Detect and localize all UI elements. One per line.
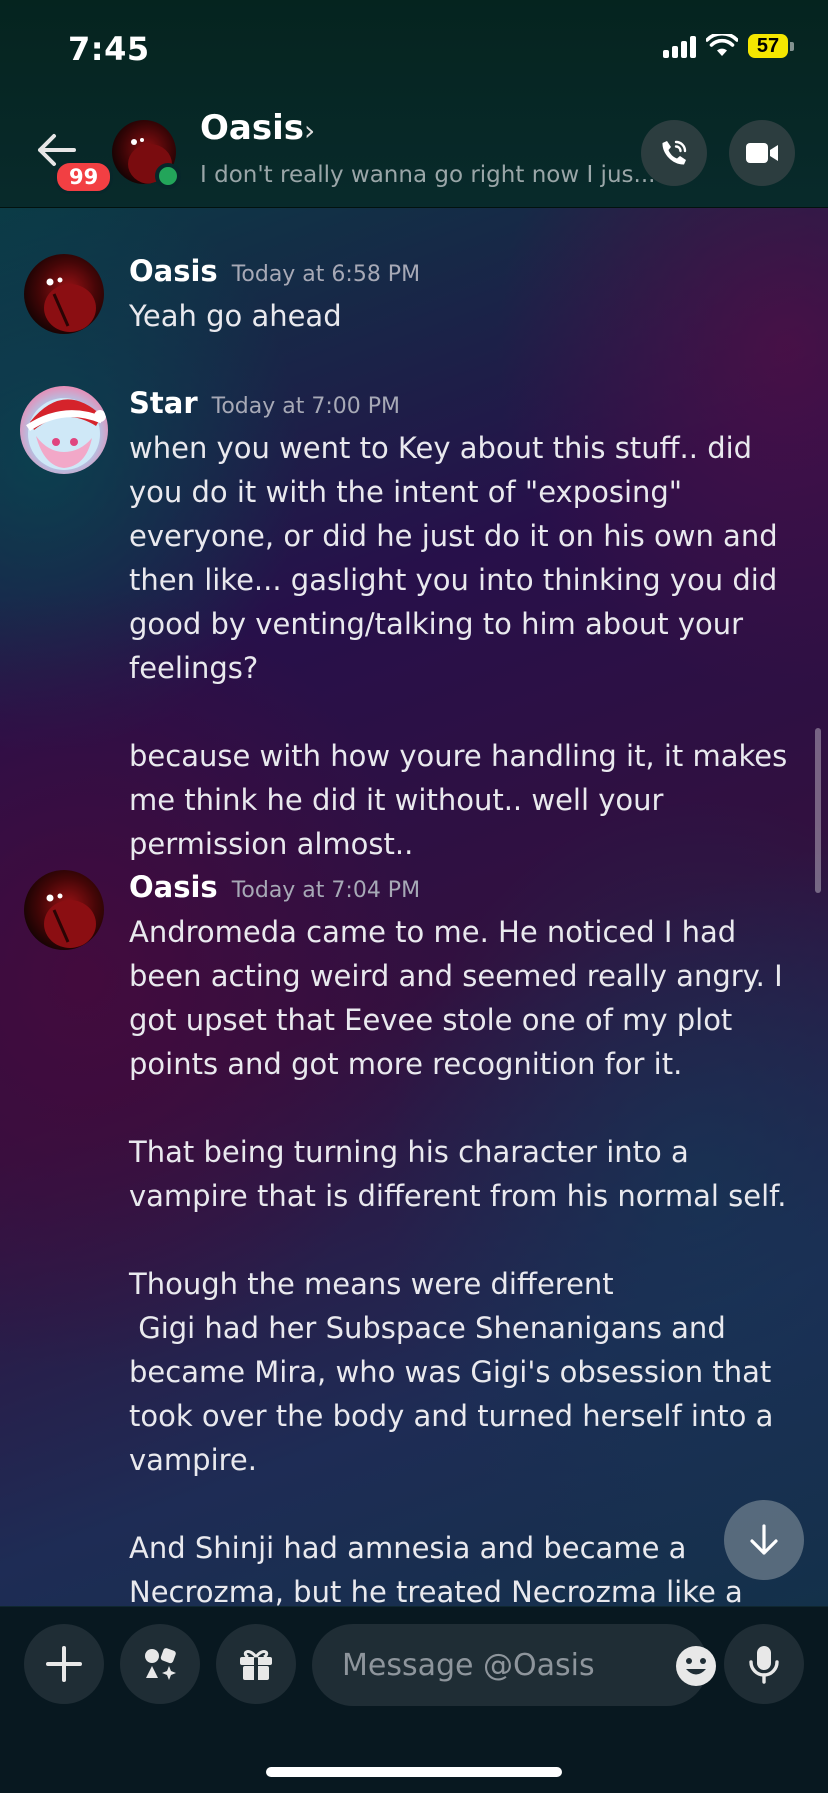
jump-to-present-button[interactable] — [724, 1500, 804, 1580]
avatar[interactable] — [20, 386, 108, 474]
author-name[interactable]: Star — [129, 386, 198, 420]
message-text: when you went to Key about this stuff.. … — [129, 431, 788, 861]
message-input[interactable] — [340, 1640, 634, 1690]
plus-icon — [46, 1646, 82, 1682]
battery-icon: 57 — [748, 34, 794, 58]
status-icons: 57 — [663, 34, 794, 58]
message-timestamp: Today at 6:58 PM — [231, 262, 421, 287]
phone-icon — [662, 140, 687, 165]
arrow-down-icon — [750, 1524, 778, 1555]
battery-level: 57 — [748, 34, 788, 58]
message-input-wrapper — [312, 1624, 716, 1706]
home-indicator[interactable] — [266, 1767, 562, 1777]
emoji-icon[interactable] — [674, 1644, 718, 1688]
avatar[interactable] — [24, 870, 104, 950]
chevron-right-icon[interactable]: › — [304, 114, 315, 147]
status-time: 7:45 — [68, 30, 150, 68]
message-author[interactable]: Oasis Today at 6:58 PM — [129, 254, 420, 288]
microphone-icon — [749, 1646, 779, 1684]
apps-icon — [145, 1648, 176, 1680]
gift-icon — [240, 1650, 272, 1680]
header-bar: 7:45 57 99 Oasis › I don't really wanna … — [0, 0, 828, 208]
apps-button[interactable] — [120, 1624, 200, 1704]
author-name[interactable]: Oasis — [129, 254, 218, 288]
attach-button[interactable] — [24, 1624, 104, 1704]
avatar[interactable] — [24, 254, 104, 334]
cellular-signal-icon — [663, 34, 696, 58]
scrollbar[interactable] — [815, 728, 821, 893]
voice-message-button[interactable] — [724, 1624, 804, 1704]
video-camera-icon — [746, 143, 778, 163]
author-name[interactable]: Oasis — [129, 870, 218, 904]
message-text: Andromeda came to me. He noticed I had b… — [129, 915, 787, 1609]
message-author[interactable]: Oasis Today at 7:04 PM — [129, 870, 420, 904]
video-call-button[interactable] — [729, 120, 795, 186]
message-author[interactable]: Star Today at 7:00 PM — [129, 386, 400, 420]
message-timestamp: Today at 7:04 PM — [231, 878, 421, 903]
channel-name[interactable]: Oasis — [200, 108, 304, 148]
message-timestamp: Today at 7:00 PM — [211, 394, 400, 419]
unread-badge: 99 — [54, 160, 114, 194]
online-status-dot — [155, 163, 181, 189]
voice-call-button[interactable] — [641, 120, 707, 186]
gift-button[interactable] — [216, 1624, 296, 1704]
wifi-icon — [706, 34, 738, 56]
custom-status[interactable]: I don't really wanna go right now I jus.… — [200, 162, 655, 188]
message-text: Yeah go ahead — [129, 299, 342, 333]
